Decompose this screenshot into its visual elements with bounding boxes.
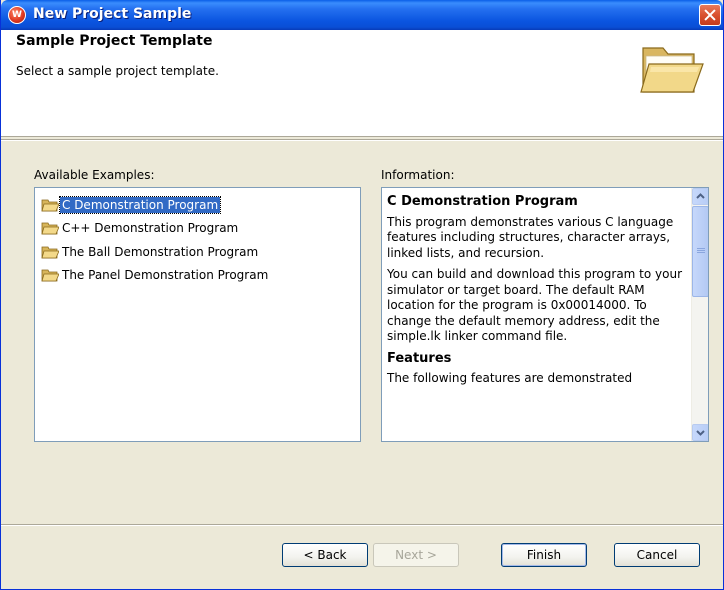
chevron-down-icon [696,430,705,436]
close-button[interactable] [699,4,721,26]
chevron-up-icon [696,193,705,199]
list-item[interactable]: C++ Demonstration Program [41,219,240,236]
list-item-label: The Ball Demonstration Program [62,244,259,259]
features-heading: Features [387,350,452,366]
page-title: Sample Project Template [16,33,213,49]
next-button[interactable]: Next > [373,543,459,567]
back-button[interactable]: < Back [282,543,368,567]
info-heading: C Demonstration Program [387,194,578,209]
list-item[interactable]: The Panel Demonstration Program [41,266,270,283]
footer-separator [1,524,723,526]
grip-icon [697,248,705,256]
folder-icon [41,199,59,211]
app-logo-icon: W [8,6,26,24]
info-paragraph: This program demonstrates various C lang… [387,214,674,260]
scroll-up-button[interactable] [692,188,708,205]
open-folder-icon [640,47,704,93]
list-item-label: C Demonstration Program [58,195,222,214]
folder-icon [41,246,59,258]
information-panel[interactable]: C Demonstration Program This program dem… [381,187,709,442]
examples-list[interactable]: C Demonstration Program C++ Demonstratio… [34,187,361,442]
folder-icon [41,222,59,234]
info-paragraph: You can build and download this program … [387,267,683,343]
dialog-window: W New Project Sample Sample Project Temp… [0,0,724,590]
scroll-thumb[interactable] [692,206,708,297]
list-item[interactable]: The Ball Demonstration Program [41,243,260,260]
title-bar[interactable]: W New Project Sample [1,0,723,30]
scroll-down-button[interactable] [692,424,708,441]
vertical-scrollbar[interactable] [691,188,708,441]
page-description: Select a sample project template. [16,64,219,78]
list-item-label: C++ Demonstration Program [62,220,239,235]
window-title: New Project Sample [33,6,192,22]
cancel-button[interactable]: Cancel [614,543,700,567]
list-item-label: The Panel Demonstration Program [62,267,269,282]
information-label: Information: [381,168,455,182]
wizard-header: Sample Project Template Select a sample … [1,30,723,137]
folder-icon [41,269,59,281]
features-text: The following features are demonstrated [387,371,633,385]
available-examples-label: Available Examples: [34,168,155,182]
list-item[interactable]: C Demonstration Program [41,195,222,214]
finish-button[interactable]: Finish [501,543,587,567]
information-text: C Demonstration Program This program dem… [387,194,685,393]
header-separator [1,139,723,141]
